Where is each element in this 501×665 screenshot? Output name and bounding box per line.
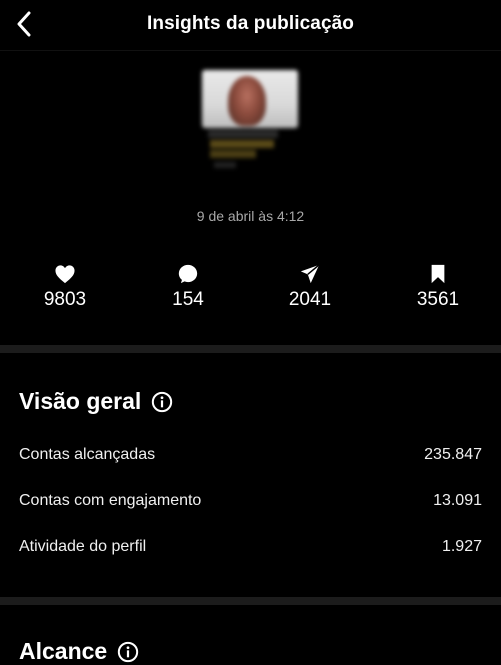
stat-comments[interactable]: 154: [133, 262, 243, 311]
stat-likes[interactable]: 9803: [10, 262, 120, 311]
row-label: Atividade do perfil: [19, 538, 147, 555]
header-bar: Insights da publicação: [0, 0, 501, 51]
overview-row-profile-activity[interactable]: Atividade do perfil 1.927: [19, 535, 482, 559]
post-date: 9 de abril às 4:12: [196, 208, 305, 224]
info-icon[interactable]: [151, 391, 173, 413]
share-icon: [300, 264, 320, 284]
stat-likes-value: 9803: [43, 289, 87, 310]
heart-icon: [55, 265, 75, 284]
stat-saves[interactable]: 3561: [383, 262, 493, 311]
stat-saves-value: 3561: [416, 289, 460, 310]
overview-row-engaged[interactable]: Contas com engajamento 13.091: [19, 489, 482, 513]
stat-comments-value: 154: [172, 289, 204, 310]
row-value: 13.091: [433, 492, 482, 509]
row-label: Contas alcançadas: [19, 446, 156, 463]
section-divider: [0, 597, 501, 605]
row-value: 1.927: [441, 538, 482, 555]
comment-icon: [178, 264, 198, 284]
bookmark-icon: [431, 264, 445, 284]
row-value: 235.847: [424, 446, 482, 463]
row-label: Contas com engajamento: [19, 492, 202, 509]
overview-heading: Visão geral: [19, 388, 173, 415]
stat-shares[interactable]: 2041: [255, 262, 365, 311]
stat-shares-value: 2041: [288, 289, 332, 310]
overview-row-reached[interactable]: Contas alcançadas 235.847: [19, 443, 482, 467]
overview-title: Visão geral: [19, 388, 142, 414]
page-title: Insights da publicação: [146, 13, 355, 34]
post-thumbnail[interactable]: [202, 70, 298, 174]
section-divider: [0, 345, 501, 353]
